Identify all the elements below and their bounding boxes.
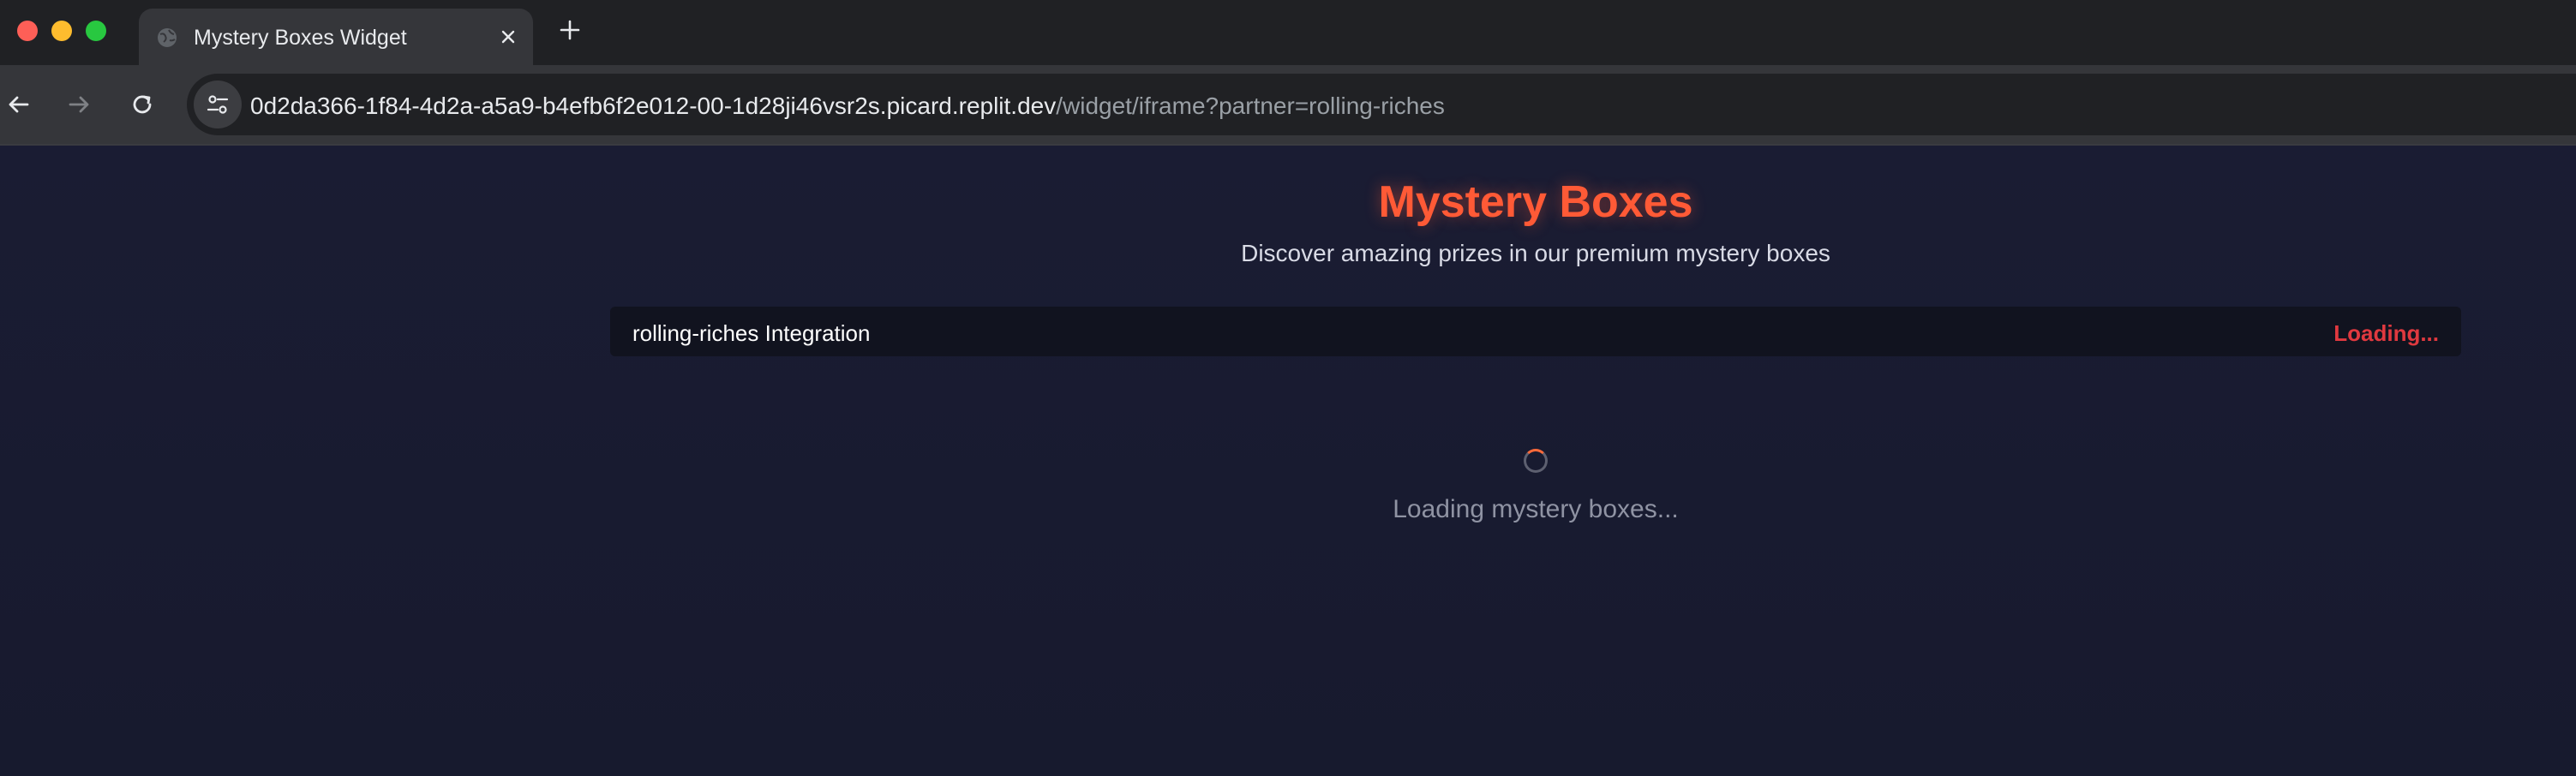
browser-toolbar: 0d2da366-1f84-4d2a-a5a9-b4efb6f2e012-00-… xyxy=(0,65,2576,144)
page-subtitle: Discover amazing prizes in our premium m… xyxy=(1241,240,1830,266)
tune-icon xyxy=(207,95,229,114)
reload-icon[interactable] xyxy=(127,89,158,120)
url-path: /widget/iframe?partner=rolling-riches xyxy=(1056,93,1445,119)
url-host: 0d2da366-1f84-4d2a-a5a9-b4efb6f2e012-00-… xyxy=(250,93,1057,119)
new-tab-plus-icon[interactable] xyxy=(557,17,583,43)
window-close-button[interactable] xyxy=(17,21,38,41)
loading-text: Loading mystery boxes... xyxy=(1393,495,1679,523)
integration-bar: rolling-riches Integration Loading... xyxy=(610,307,2461,356)
page-title: Mystery Boxes xyxy=(1378,177,1693,227)
address-bar[interactable]: 0d2da366-1f84-4d2a-a5a9-b4efb6f2e012-00-… xyxy=(187,74,2576,135)
browser-tab-bar: Mystery Boxes Widget xyxy=(0,0,2576,65)
globe-icon xyxy=(158,28,177,47)
loading-spinner-icon xyxy=(1524,449,1548,473)
window-minimize-button[interactable] xyxy=(51,21,72,41)
integration-label: rolling-riches Integration xyxy=(632,320,871,346)
tab-title: Mystery Boxes Widget xyxy=(194,26,407,50)
widget-page: Mystery Boxes Discover amazing prizes in… xyxy=(0,146,2576,776)
site-info-button[interactable] xyxy=(194,81,242,128)
close-icon[interactable] xyxy=(497,26,519,48)
window-zoom-button[interactable] xyxy=(86,21,106,41)
integration-status: Loading... xyxy=(2333,320,2439,346)
browser-tab[interactable]: Mystery Boxes Widget xyxy=(139,9,533,65)
forward-arrow-icon[interactable] xyxy=(63,89,94,120)
back-arrow-icon[interactable] xyxy=(3,89,34,120)
url-text: 0d2da366-1f84-4d2a-a5a9-b4efb6f2e012-00-… xyxy=(250,93,1445,120)
